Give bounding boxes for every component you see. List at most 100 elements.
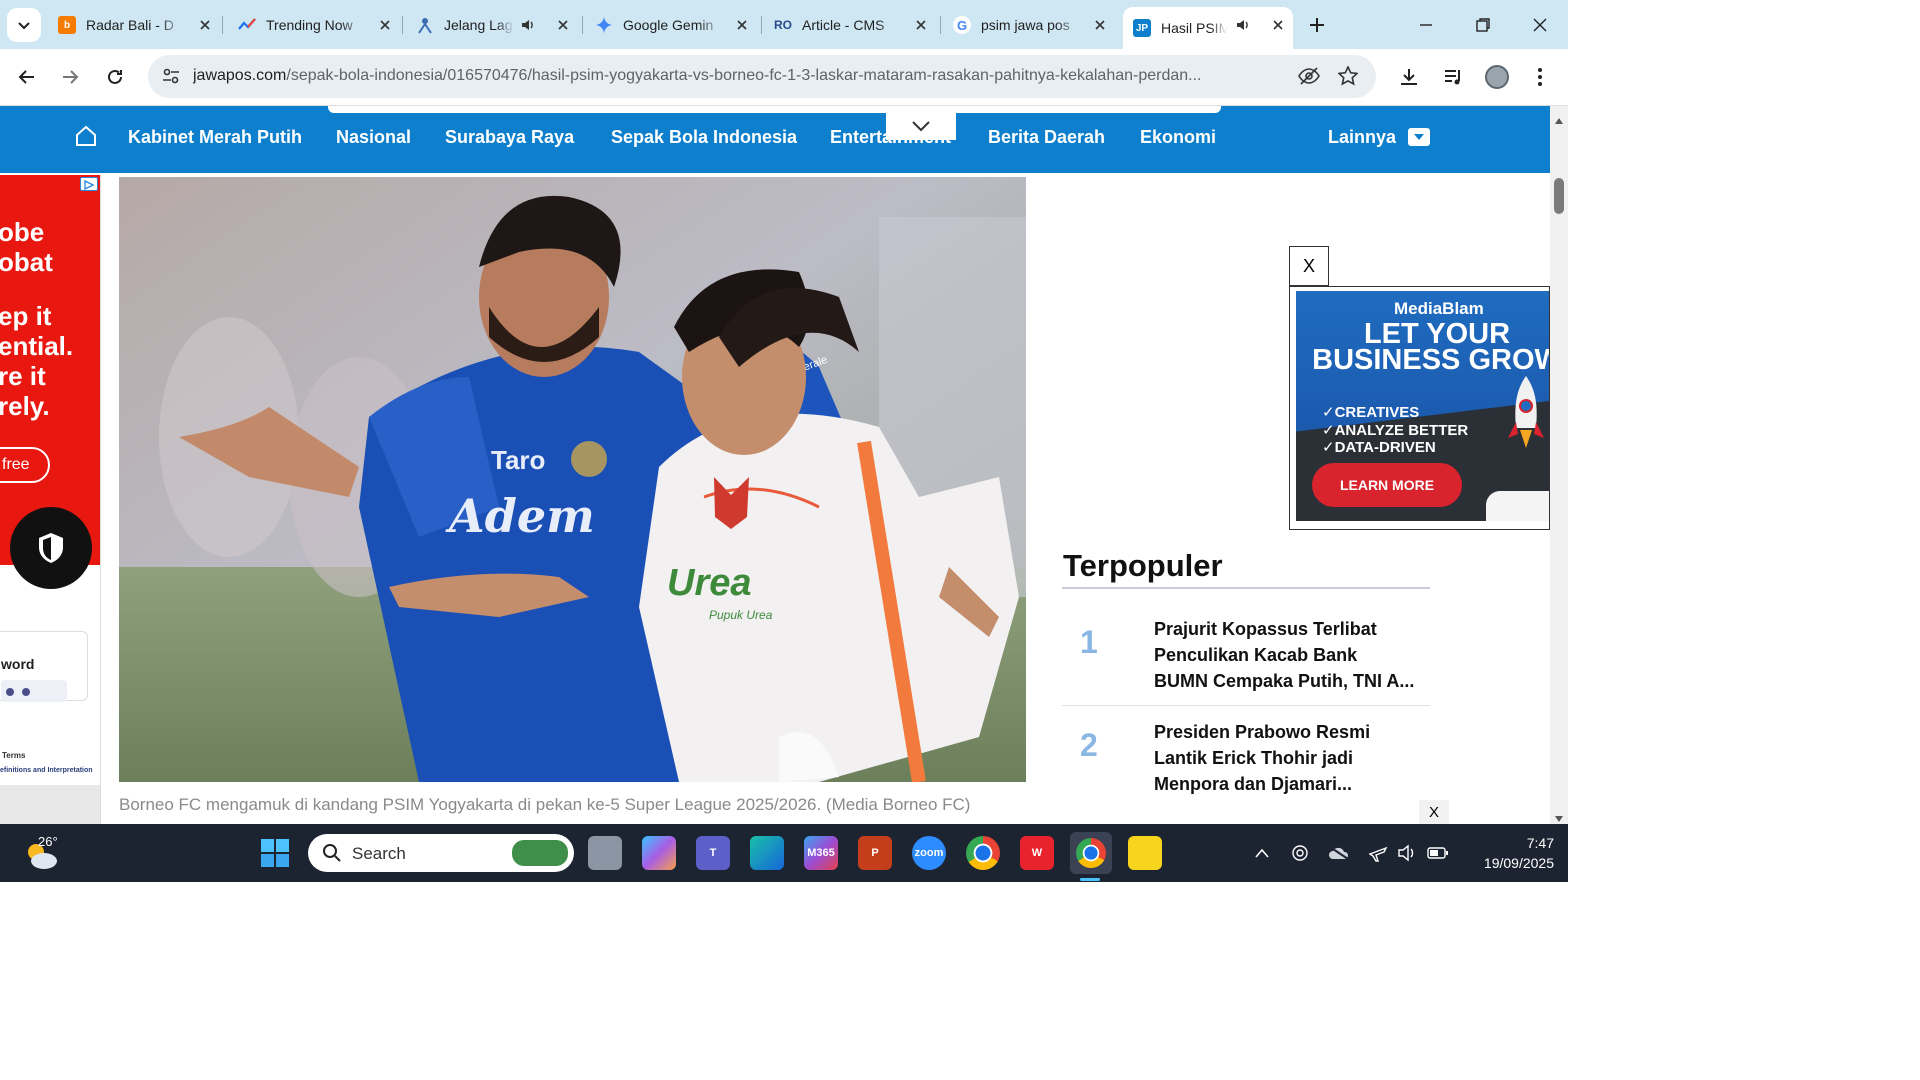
- new-tab-button[interactable]: [1297, 8, 1337, 42]
- tab-jelang[interactable]: Jelang Lag: [406, 8, 578, 42]
- rocket-icon: [1508, 376, 1544, 471]
- left-ad[interactable]: obe obat ep it ential. re it rely. free …: [0, 175, 101, 824]
- wps-icon[interactable]: W: [1020, 836, 1054, 870]
- battery-icon[interactable]: [1427, 842, 1449, 864]
- tab-hasil-psim[interactable]: JP Hasil PSIM: [1123, 7, 1293, 49]
- arrow-right-icon: [63, 70, 79, 84]
- nav-kabinet-merah-putih[interactable]: Kabinet Merah Putih: [128, 127, 302, 148]
- weather-widget[interactable]: 26°: [24, 834, 64, 874]
- volume-icon[interactable]: [1396, 842, 1418, 864]
- jersey-white-text: Urea: [667, 562, 752, 604]
- back-button[interactable]: [9, 59, 45, 95]
- nav-ekonomi[interactable]: Ekonomi: [1140, 127, 1216, 148]
- speaker-icon[interactable]: [1235, 17, 1251, 36]
- popular-heading: Terpopuler: [1063, 548, 1223, 583]
- site-info-icon[interactable]: [162, 67, 180, 90]
- close-icon: [1533, 18, 1547, 32]
- jersey-blue-text: Adem: [445, 489, 595, 543]
- nav-lainnya[interactable]: Lainnya: [1328, 127, 1396, 148]
- nav-berita-daerah[interactable]: Berita Daerah: [988, 127, 1105, 148]
- clock-time: 7:47: [1526, 835, 1554, 851]
- site-navigation: Kabinet Merah Putih Nasional Surabaya Ra…: [0, 106, 1550, 173]
- close-icon[interactable]: [554, 16, 572, 34]
- jersey-sponsor-text: Taro: [491, 445, 545, 475]
- airplane-mode-icon[interactable]: [1367, 842, 1389, 864]
- mediablam-banner[interactable]: MediaBlam LET YOUR BUSINESS GROW ✓CREATI…: [1296, 291, 1549, 521]
- popular-item[interactable]: 1 Prajurit Kopassus Terlibat Penculikan …: [1062, 606, 1430, 706]
- popular-title[interactable]: Presiden Prabowo Resmi Lantik Erick Thoh…: [1154, 719, 1416, 797]
- media-control-button[interactable]: [1435, 59, 1471, 95]
- right-ad[interactable]: MediaBlam LET YOUR BUSINESS GROW ✓CREATI…: [1289, 286, 1550, 530]
- ad-form-card: word: [0, 631, 88, 702]
- nav-nasional[interactable]: Nasional: [336, 127, 411, 148]
- web-page: Kabinet Merah Putih Nasional Surabaya Ra…: [0, 106, 1550, 824]
- caret-down-icon[interactable]: [1408, 128, 1430, 146]
- close-icon[interactable]: [376, 16, 394, 34]
- start-button[interactable]: [258, 836, 292, 870]
- windows-taskbar: 26° Search T M365 P zoom W 7:47 19/09/20…: [0, 824, 1568, 882]
- url-text[interactable]: jawapos.com/sepak-bola-indonesia/0165704…: [193, 67, 1283, 85]
- minimize-button[interactable]: [1406, 8, 1446, 42]
- shield-icon: [10, 507, 92, 589]
- popular-title[interactable]: Prajurit Kopassus Terlibat Penculikan Ka…: [1154, 616, 1416, 694]
- forward-button[interactable]: [52, 59, 88, 95]
- active-app-indicator: [1080, 878, 1100, 881]
- profile-button[interactable]: [1479, 59, 1515, 95]
- powerpoint-icon[interactable]: P: [858, 836, 892, 870]
- close-icon[interactable]: [733, 16, 751, 34]
- ad-choices-icon[interactable]: [80, 177, 98, 191]
- location-icon[interactable]: [1289, 842, 1311, 864]
- eye-off-icon[interactable]: [1298, 66, 1320, 91]
- close-icon[interactable]: [1269, 16, 1287, 34]
- page-scrollbar[interactable]: [1550, 106, 1568, 824]
- speaker-icon[interactable]: [520, 17, 536, 36]
- task-view-icon[interactable]: [588, 836, 622, 870]
- nav-sepak-bola-indonesia[interactable]: Sepak Bola Indonesia: [611, 127, 797, 148]
- ad-terms: Terms: [2, 751, 26, 760]
- restore-button[interactable]: [1463, 8, 1503, 42]
- tab-trending-now[interactable]: Trending Now: [228, 8, 400, 42]
- ad-free-button[interactable]: free: [0, 447, 50, 483]
- gemini-icon: [595, 16, 613, 34]
- article-photo[interactable]: Adem Taro Le Minerale Urea Pupuk Urea: [119, 177, 1026, 782]
- bottom-ad-close-button[interactable]: X: [1419, 800, 1449, 824]
- star-icon[interactable]: [1337, 65, 1359, 91]
- tab-article-cms[interactable]: RO Article - CMS: [764, 8, 936, 42]
- home-icon[interactable]: [74, 124, 98, 153]
- popular-item[interactable]: 2 Presiden Prabowo Resmi Lantik Erick Th…: [1062, 709, 1430, 809]
- reload-button[interactable]: [97, 59, 133, 95]
- tab-radar-bali[interactable]: b Radar Bali - D: [48, 8, 220, 42]
- nav-surabaya-raya[interactable]: Surabaya Raya: [445, 127, 574, 148]
- teams-icon[interactable]: T: [696, 836, 730, 870]
- zoom-icon[interactable]: zoom: [912, 836, 946, 870]
- sticky-notes-icon[interactable]: [1128, 836, 1162, 870]
- learn-more-button[interactable]: LEARN MORE: [1312, 463, 1462, 507]
- cloud-offline-icon[interactable]: [1328, 842, 1350, 864]
- jelang-icon: [416, 16, 434, 34]
- collapse-toggle[interactable]: [886, 112, 956, 140]
- close-icon[interactable]: [912, 16, 930, 34]
- chevron-up-icon[interactable]: [1251, 842, 1273, 864]
- tab-label: psim jawa pos: [981, 17, 1070, 33]
- bottom-ad-close-label: X: [1428, 803, 1439, 821]
- m365-icon[interactable]: M365: [804, 836, 838, 870]
- menu-button[interactable]: [1522, 59, 1558, 95]
- close-window-button[interactable]: [1520, 8, 1560, 42]
- tab-search-button[interactable]: [7, 8, 41, 42]
- system-clock[interactable]: 7:47 19/09/2025: [1462, 833, 1554, 873]
- tab-gemini[interactable]: Google Gemin: [585, 8, 757, 42]
- taskbar-search[interactable]: Search: [308, 834, 574, 872]
- address-bar[interactable]: jawapos.com/sepak-bola-indonesia/0165704…: [148, 55, 1376, 98]
- scrollbar-thumb[interactable]: [1554, 178, 1564, 214]
- ad-brand: MediaBlam: [1394, 299, 1484, 318]
- ad-close-button[interactable]: X: [1289, 246, 1329, 286]
- copilot-icon[interactable]: [642, 836, 676, 870]
- chrome-active-icon[interactable]: [1070, 832, 1112, 874]
- downloads-button[interactable]: [1391, 59, 1427, 95]
- close-icon[interactable]: [1091, 16, 1109, 34]
- close-icon[interactable]: [196, 16, 214, 34]
- chrome-icon[interactable]: [966, 836, 1000, 870]
- scroll-up-icon[interactable]: [1554, 112, 1564, 130]
- edge-icon[interactable]: [750, 836, 784, 870]
- tab-google-search[interactable]: G psim jawa pos: [943, 8, 1115, 42]
